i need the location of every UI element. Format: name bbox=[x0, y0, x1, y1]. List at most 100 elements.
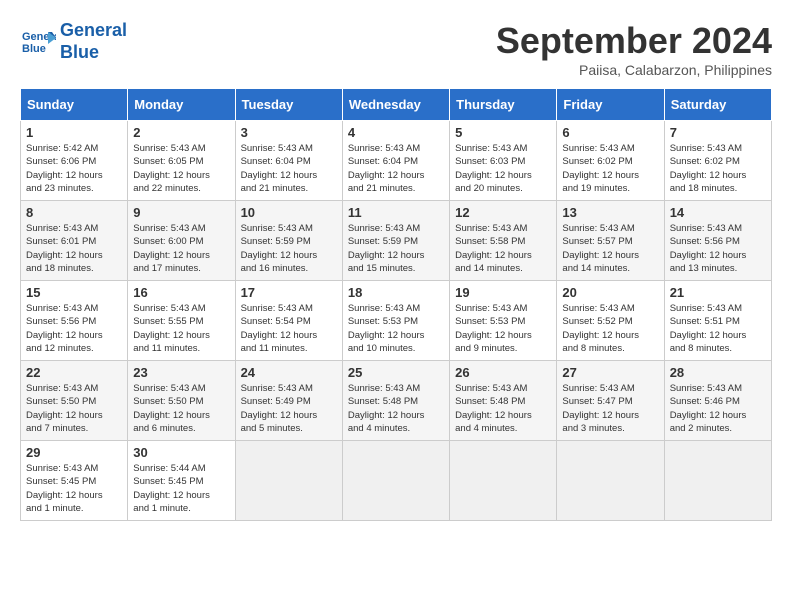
calendar-cell: 10 Sunrise: 5:43 AM Sunset: 5:59 PM Dayli… bbox=[235, 201, 342, 281]
header-thursday: Thursday bbox=[450, 89, 557, 121]
week-row-1: 1 Sunrise: 5:42 AM Sunset: 6:06 PM Daylig… bbox=[21, 121, 772, 201]
calendar-cell: 18Sunrise: 5:43 AM Sunset: 5:53 PM Dayli… bbox=[342, 281, 449, 361]
day-content: Sunrise: 5:43 AM Sunset: 6:04 PM Dayligh… bbox=[241, 142, 337, 195]
day-content: Sunrise: 5:43 AM Sunset: 5:46 PM Dayligh… bbox=[670, 382, 766, 435]
header-monday: Monday bbox=[128, 89, 235, 121]
calendar-cell: 16 Sunrise: 5:43 AM Sunset: 5:55 PM Dayli… bbox=[128, 281, 235, 361]
calendar-cell: 27 Sunrise: 5:43 AM Sunset: 5:47 PM Dayli… bbox=[557, 361, 664, 441]
calendar-cell: 17Sunrise: 5:43 AM Sunset: 5:54 PM Dayli… bbox=[235, 281, 342, 361]
logo: General Blue General Blue bbox=[20, 20, 127, 63]
day-content: Sunrise: 5:43 AM Sunset: 5:51 PM Dayligh… bbox=[670, 302, 766, 355]
calendar-cell: 25 Sunrise: 5:43 AM Sunset: 5:48 PM Dayli… bbox=[342, 361, 449, 441]
day-number: 13 bbox=[562, 205, 658, 220]
calendar-subtitle: Paiisa, Calabarzon, Philippines bbox=[496, 62, 772, 78]
calendar-cell: 1 Sunrise: 5:42 AM Sunset: 6:06 PM Daylig… bbox=[21, 121, 128, 201]
day-content: Sunrise: 5:43 AM Sunset: 5:50 PM Dayligh… bbox=[26, 382, 122, 435]
day-number: 3 bbox=[241, 125, 337, 140]
day-number: 30 bbox=[133, 445, 229, 460]
day-content: Sunrise: 5:43 AM Sunset: 6:00 PM Dayligh… bbox=[133, 222, 229, 275]
calendar-cell: 7 Sunrise: 5:43 AM Sunset: 6:02 PM Daylig… bbox=[664, 121, 771, 201]
calendar-cell: 20 Sunrise: 5:43 AM Sunset: 5:52 PM Dayli… bbox=[557, 281, 664, 361]
day-number: 27 bbox=[562, 365, 658, 380]
day-number: 6 bbox=[562, 125, 658, 140]
day-number: 16 bbox=[133, 285, 229, 300]
weekday-header-row: Sunday Monday Tuesday Wednesday Thursday… bbox=[21, 89, 772, 121]
day-number: 14 bbox=[670, 205, 766, 220]
day-content: Sunrise: 5:43 AM Sunset: 5:54 PM Dayligh… bbox=[241, 302, 337, 355]
day-number: 9 bbox=[133, 205, 229, 220]
day-content: Sunrise: 5:43 AM Sunset: 5:47 PM Dayligh… bbox=[562, 382, 658, 435]
calendar-cell: 13 Sunrise: 5:43 AM Sunset: 5:57 PM Dayli… bbox=[557, 201, 664, 281]
day-content: Sunrise: 5:44 AM Sunset: 5:45 PM Dayligh… bbox=[133, 462, 229, 515]
day-content: Sunrise: 5:43 AM Sunset: 5:59 PM Dayligh… bbox=[241, 222, 337, 275]
day-number: 8 bbox=[26, 205, 122, 220]
day-number: 24 bbox=[241, 365, 337, 380]
day-number: 11 bbox=[348, 205, 444, 220]
day-content: Sunrise: 5:43 AM Sunset: 5:48 PM Dayligh… bbox=[455, 382, 551, 435]
week-row-2: 8 Sunrise: 5:43 AM Sunset: 6:01 PM Daylig… bbox=[21, 201, 772, 281]
day-content: Sunrise: 5:43 AM Sunset: 5:49 PM Dayligh… bbox=[241, 382, 337, 435]
calendar-cell: 22 Sunrise: 5:43 AM Sunset: 5:50 PM Dayli… bbox=[21, 361, 128, 441]
calendar-cell: 28 Sunrise: 5:43 AM Sunset: 5:46 PM Dayli… bbox=[664, 361, 771, 441]
calendar-cell: 12 Sunrise: 5:43 AM Sunset: 5:58 PM Dayli… bbox=[450, 201, 557, 281]
day-number: 28 bbox=[670, 365, 766, 380]
day-content: Sunrise: 5:43 AM Sunset: 6:01 PM Dayligh… bbox=[26, 222, 122, 275]
calendar-cell: 15Sunrise: 5:43 AM Sunset: 5:56 PM Dayli… bbox=[21, 281, 128, 361]
day-number: 15 bbox=[26, 285, 122, 300]
calendar-cell: 29Sunrise: 5:43 AM Sunset: 5:45 PM Dayli… bbox=[21, 441, 128, 521]
day-content: Sunrise: 5:43 AM Sunset: 5:59 PM Dayligh… bbox=[348, 222, 444, 275]
calendar-cell: 24 Sunrise: 5:43 AM Sunset: 5:49 PM Dayli… bbox=[235, 361, 342, 441]
day-content: Sunrise: 5:43 AM Sunset: 5:58 PM Dayligh… bbox=[455, 222, 551, 275]
calendar-cell bbox=[664, 441, 771, 521]
day-number: 25 bbox=[348, 365, 444, 380]
calendar-title: September 2024 bbox=[496, 20, 772, 62]
week-row-4: 22 Sunrise: 5:43 AM Sunset: 5:50 PM Dayli… bbox=[21, 361, 772, 441]
day-number: 18 bbox=[348, 285, 444, 300]
day-number: 29 bbox=[26, 445, 122, 460]
day-content: Sunrise: 5:43 AM Sunset: 5:57 PM Dayligh… bbox=[562, 222, 658, 275]
title-block: September 2024 Paiisa, Calabarzon, Phili… bbox=[496, 20, 772, 78]
day-content: Sunrise: 5:43 AM Sunset: 5:50 PM Dayligh… bbox=[133, 382, 229, 435]
day-number: 4 bbox=[348, 125, 444, 140]
calendar-cell bbox=[235, 441, 342, 521]
calendar-cell: 11 Sunrise: 5:43 AM Sunset: 5:59 PM Dayli… bbox=[342, 201, 449, 281]
day-content: Sunrise: 5:43 AM Sunset: 5:53 PM Dayligh… bbox=[455, 302, 551, 355]
day-content: Sunrise: 5:43 AM Sunset: 5:55 PM Dayligh… bbox=[133, 302, 229, 355]
header-wednesday: Wednesday bbox=[342, 89, 449, 121]
week-row-5: 29Sunrise: 5:43 AM Sunset: 5:45 PM Dayli… bbox=[21, 441, 772, 521]
calendar-cell bbox=[557, 441, 664, 521]
logo-line1: General bbox=[60, 20, 127, 42]
logo-line2: Blue bbox=[60, 42, 127, 64]
day-content: Sunrise: 5:43 AM Sunset: 6:02 PM Dayligh… bbox=[562, 142, 658, 195]
calendar-cell: 21 Sunrise: 5:43 AM Sunset: 5:51 PM Dayli… bbox=[664, 281, 771, 361]
day-content: Sunrise: 5:43 AM Sunset: 6:04 PM Dayligh… bbox=[348, 142, 444, 195]
day-number: 12 bbox=[455, 205, 551, 220]
calendar-cell: 14Sunrise: 5:43 AM Sunset: 5:56 PM Dayli… bbox=[664, 201, 771, 281]
day-number: 7 bbox=[670, 125, 766, 140]
day-number: 1 bbox=[26, 125, 122, 140]
day-number: 5 bbox=[455, 125, 551, 140]
day-content: Sunrise: 5:43 AM Sunset: 6:05 PM Dayligh… bbox=[133, 142, 229, 195]
day-content: Sunrise: 5:43 AM Sunset: 5:52 PM Dayligh… bbox=[562, 302, 658, 355]
day-number: 2 bbox=[133, 125, 229, 140]
header-tuesday: Tuesday bbox=[235, 89, 342, 121]
calendar-cell: 8 Sunrise: 5:43 AM Sunset: 6:01 PM Daylig… bbox=[21, 201, 128, 281]
day-content: Sunrise: 5:43 AM Sunset: 6:02 PM Dayligh… bbox=[670, 142, 766, 195]
day-number: 21 bbox=[670, 285, 766, 300]
day-number: 19 bbox=[455, 285, 551, 300]
header-sunday: Sunday bbox=[21, 89, 128, 121]
day-number: 10 bbox=[241, 205, 337, 220]
calendar-cell: 2 Sunrise: 5:43 AM Sunset: 6:05 PM Daylig… bbox=[128, 121, 235, 201]
day-number: 26 bbox=[455, 365, 551, 380]
day-number: 22 bbox=[26, 365, 122, 380]
calendar-cell bbox=[342, 441, 449, 521]
calendar-cell: 19 Sunrise: 5:43 AM Sunset: 5:53 PM Dayli… bbox=[450, 281, 557, 361]
calendar-cell: 26 Sunrise: 5:43 AM Sunset: 5:48 PM Dayli… bbox=[450, 361, 557, 441]
day-content: Sunrise: 5:42 AM Sunset: 6:06 PM Dayligh… bbox=[26, 142, 122, 195]
calendar-cell: 23Sunrise: 5:43 AM Sunset: 5:50 PM Dayli… bbox=[128, 361, 235, 441]
day-number: 20 bbox=[562, 285, 658, 300]
calendar-cell: 5Sunrise: 5:43 AM Sunset: 6:03 PM Daylig… bbox=[450, 121, 557, 201]
header-saturday: Saturday bbox=[664, 89, 771, 121]
calendar-cell: 30 Sunrise: 5:44 AM Sunset: 5:45 PM Dayli… bbox=[128, 441, 235, 521]
day-content: Sunrise: 5:43 AM Sunset: 5:48 PM Dayligh… bbox=[348, 382, 444, 435]
